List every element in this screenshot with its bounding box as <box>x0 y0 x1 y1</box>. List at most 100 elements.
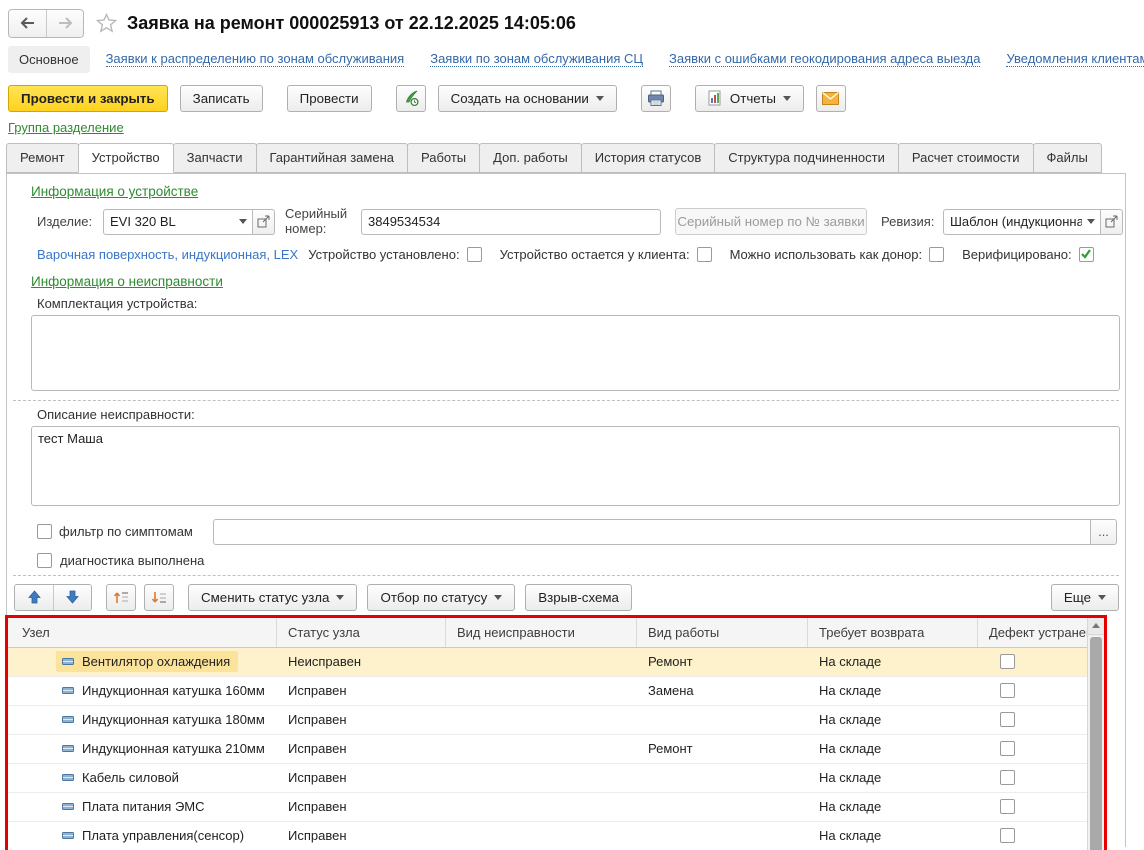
tab-works[interactable]: Работы <box>407 143 480 173</box>
triangle-up-icon <box>1092 623 1100 628</box>
tab-strip: Ремонт Устройство Запчасти Гарантийная з… <box>0 143 1144 173</box>
stays-with-client-checkbox[interactable] <box>697 247 712 262</box>
defect-fixed-checkbox[interactable] <box>1000 770 1015 785</box>
change-node-status-button[interactable]: Сменить статус узла <box>188 584 357 611</box>
command-bar: Провести и закрыть Записать Провести Соз… <box>0 76 1144 118</box>
show-movements-button[interactable] <box>396 85 426 112</box>
defect-fixed-checkbox[interactable] <box>1000 654 1015 669</box>
table-row[interactable]: Вентилятор охлаждения Неисправен Ремонт … <box>8 648 1087 677</box>
fault-info-section-link[interactable]: Информация о неисправности <box>31 274 223 289</box>
defect-fixed-checkbox[interactable] <box>1000 712 1015 727</box>
forward-button[interactable] <box>46 10 83 37</box>
back-button[interactable] <box>9 10 46 37</box>
tab-extra-works[interactable]: Доп. работы <box>479 143 582 173</box>
tab-status-history[interactable]: История статусов <box>581 143 716 173</box>
more-label: Еще <box>1064 590 1091 605</box>
more-button[interactable]: Еще <box>1051 584 1119 611</box>
tab-repair[interactable]: Ремонт <box>6 143 79 173</box>
node-item-icon <box>62 773 74 782</box>
defect-fixed-checkbox[interactable] <box>1000 799 1015 814</box>
tab-spare-parts[interactable]: Запчасти <box>173 143 257 173</box>
device-category-link[interactable]: Варочная поверхность, индукционная, LEX <box>37 247 298 262</box>
favorite-star-icon[interactable] <box>96 13 117 33</box>
nav-item-main[interactable]: Основное <box>8 46 90 73</box>
chevron-down-icon[interactable] <box>1082 210 1100 234</box>
symptom-filter-input[interactable] <box>213 519 1091 545</box>
donor-label: Можно использовать как донор: <box>730 247 923 262</box>
move-to-top-button[interactable] <box>106 584 136 611</box>
node-fault-type <box>446 764 637 792</box>
fault-description-textarea[interactable] <box>31 426 1120 506</box>
post-and-close-button[interactable]: Провести и закрыть <box>8 85 168 112</box>
tab-files[interactable]: Файлы <box>1033 143 1102 173</box>
equipment-textarea[interactable] <box>31 315 1120 391</box>
nav-link-geocoding-errors[interactable]: Заявки с ошибками геокодирования адреса … <box>669 51 980 67</box>
envelope-icon <box>822 92 839 105</box>
column-header-status[interactable]: Статус узла <box>277 618 446 647</box>
nav-link-distribution-zones[interactable]: Заявки к распределению по зонам обслужив… <box>106 51 405 67</box>
table-scrollbar[interactable] <box>1087 618 1104 850</box>
symptom-filter-more-button[interactable]: ... <box>1091 519 1117 545</box>
diagnostics-label: диагностика выполнена <box>60 553 204 568</box>
column-header-defect-fixed[interactable]: Дефект устранен <box>978 618 1087 647</box>
reports-button[interactable]: Отчеты <box>695 85 804 112</box>
tab-subordination-structure[interactable]: Структура подчиненности <box>714 143 899 173</box>
node-fault-type <box>446 793 637 821</box>
symptom-filter-label: фильтр по симптомам <box>59 524 205 539</box>
revision-open-button[interactable] <box>1101 209 1123 235</box>
separation-group-link[interactable]: Группа разделение <box>8 120 124 135</box>
serial-by-request-button[interactable]: Серийный номер по № заявки <box>675 208 867 235</box>
nav-link-zones-sc[interactable]: Заявки по зонам обслуживания СЦ <box>430 51 643 67</box>
column-header-fault-type[interactable]: Вид неисправности <box>446 618 637 647</box>
defect-fixed-checkbox[interactable] <box>1000 828 1015 843</box>
verified-checkbox[interactable] <box>1079 247 1094 262</box>
chevron-down-icon[interactable] <box>234 210 252 234</box>
column-header-node[interactable]: Узел <box>8 618 277 647</box>
open-form-icon <box>1105 215 1118 228</box>
defect-fixed-checkbox[interactable] <box>1000 741 1015 756</box>
explosion-diagram-button[interactable]: Взрыв-схема <box>525 584 632 611</box>
product-open-button[interactable] <box>253 209 275 235</box>
device-info-section-link[interactable]: Информация о устройстве <box>31 184 198 199</box>
scrollbar-thumb[interactable] <box>1090 637 1102 850</box>
device-fields-row: Изделие: EVI 320 BL Серийный номер: Сери… <box>37 207 1125 237</box>
node-return: На складе <box>808 648 978 676</box>
filter-by-status-button[interactable]: Отбор по статусу <box>367 584 515 611</box>
tab-device[interactable]: Устройство <box>78 143 174 173</box>
nav-link-client-notifications[interactable]: Уведомления клиентам о и <box>1006 51 1144 67</box>
table-row[interactable]: Кабель силовой Исправен На складе <box>8 764 1087 793</box>
node-status: Исправен <box>277 793 446 821</box>
create-on-basis-label: Создать на основании <box>451 91 589 106</box>
create-on-basis-button[interactable]: Создать на основании <box>438 85 617 112</box>
move-to-bottom-button[interactable] <box>144 584 174 611</box>
donor-checkbox[interactable] <box>929 247 944 262</box>
print-button[interactable] <box>641 85 671 112</box>
equipment-label: Комплектация устройства: <box>37 296 197 311</box>
write-button[interactable]: Записать <box>180 85 263 112</box>
move-row-down-button[interactable] <box>53 585 91 610</box>
scroll-up-button[interactable] <box>1088 618 1104 635</box>
table-row[interactable]: Индукционная катушка 210мм Исправен Ремо… <box>8 735 1087 764</box>
move-row-up-button[interactable] <box>15 585 53 610</box>
table-row[interactable]: Индукционная катушка 160мм Исправен Заме… <box>8 677 1087 706</box>
node-item-icon <box>62 744 74 753</box>
serial-input[interactable] <box>361 209 661 235</box>
diagnostics-checkbox[interactable] <box>37 553 52 568</box>
node-return: На складе <box>808 793 978 821</box>
node-fault-type <box>446 822 637 850</box>
chevron-down-icon <box>336 595 344 600</box>
tab-warranty-replacement[interactable]: Гарантийная замена <box>256 143 408 173</box>
post-button[interactable]: Провести <box>287 85 372 112</box>
revision-combobox[interactable]: Шаблон (индукционная <box>943 209 1101 235</box>
table-row[interactable]: Плата управления(сенсор) Исправен На скл… <box>8 822 1087 850</box>
tab-cost-calculation[interactable]: Расчет стоимости <box>898 143 1034 173</box>
table-row[interactable]: Плата питания ЭМС Исправен На складе <box>8 793 1087 822</box>
column-header-work-type[interactable]: Вид работы <box>637 618 808 647</box>
product-combobox[interactable]: EVI 320 BL <box>103 209 253 235</box>
installed-checkbox[interactable] <box>467 247 482 262</box>
defect-fixed-checkbox[interactable] <box>1000 683 1015 698</box>
column-header-return[interactable]: Требует возврата <box>808 618 978 647</box>
table-row[interactable]: Индукционная катушка 180мм Исправен На с… <box>8 706 1087 735</box>
mail-button[interactable] <box>816 85 846 112</box>
symptom-filter-checkbox[interactable] <box>37 524 52 539</box>
